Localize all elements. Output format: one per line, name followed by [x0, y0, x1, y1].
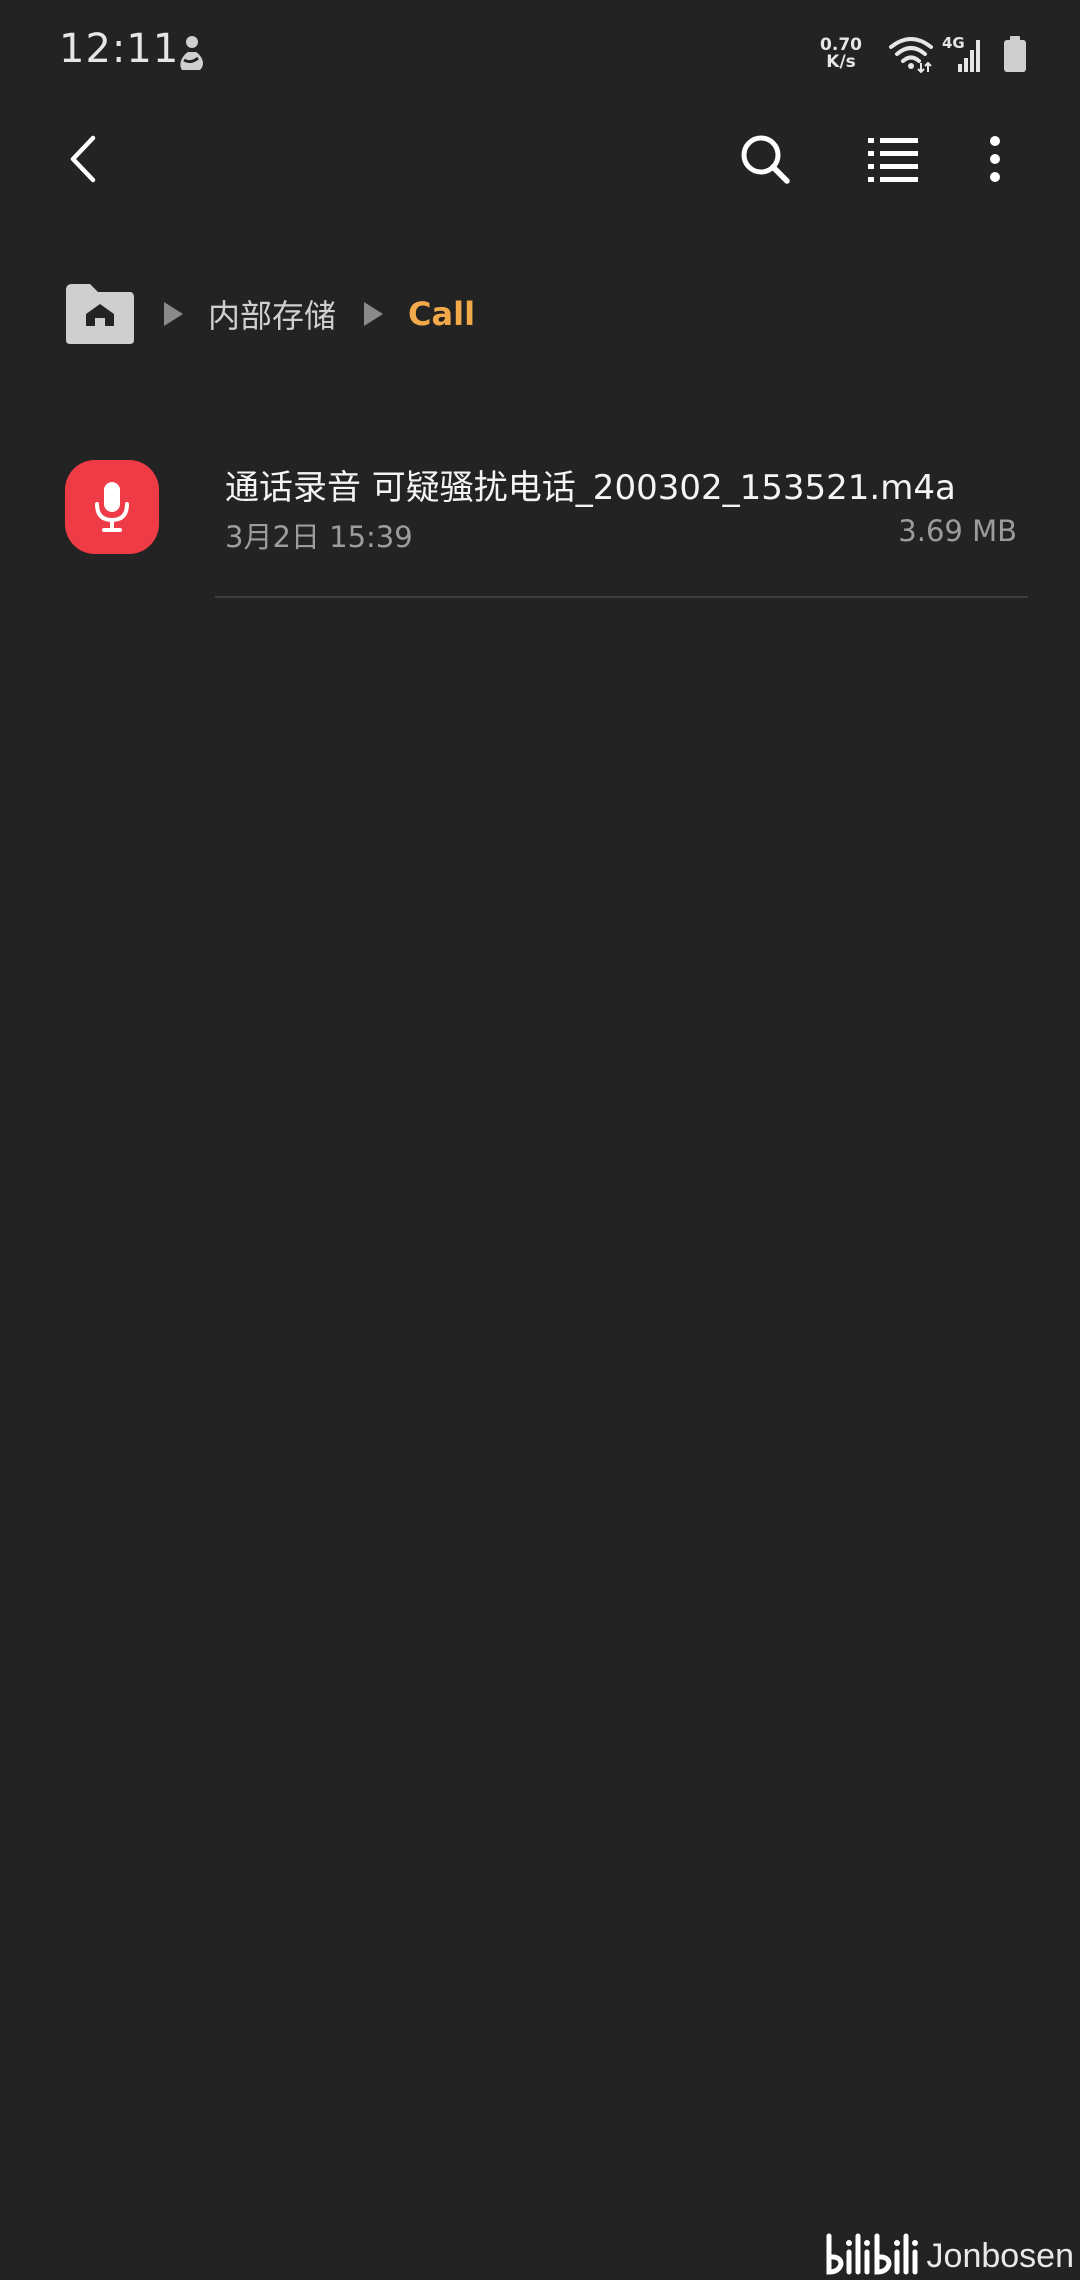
list-divider: [215, 596, 1028, 598]
list-view-icon: [868, 138, 918, 182]
back-arrow-icon: [70, 135, 96, 183]
file-size: 3.69 MB: [898, 514, 1017, 548]
wifi-icon: [889, 37, 933, 73]
back-button[interactable]: [58, 126, 108, 192]
breadcrumb-arrow-icon: [164, 302, 183, 326]
file-list: 通话录音 可疑骚扰电话_200302_153521.m4a 3月2日 15:39…: [0, 430, 1080, 598]
watermark: Jonbosen: [823, 2230, 1074, 2276]
audio-file-icon: [65, 460, 159, 554]
search-icon: [741, 135, 790, 184]
net-speed: 0.70 K/s: [820, 37, 862, 71]
file-date: 3月2日 15:39: [225, 520, 413, 554]
more-options-button[interactable]: [962, 126, 1028, 192]
battery-icon: [1004, 36, 1026, 72]
net-speed-unit: K/s: [826, 52, 856, 72]
more-vert-icon: [990, 136, 1000, 182]
app-bar: [0, 104, 1080, 214]
breadcrumb: 内部存储 Call: [64, 282, 475, 346]
signal-icon: 4G: [942, 34, 984, 74]
microphone-icon: [95, 482, 129, 532]
bilibili-logo-icon: [826, 2233, 918, 2275]
status-right-group: 0.70 K/s 4G: [820, 30, 1028, 78]
list-view-button[interactable]: [860, 126, 926, 192]
watermark-username: Jonbosen: [926, 2237, 1074, 2275]
file-name: 通话录音 可疑骚扰电话_200302_153521.m4a: [225, 468, 956, 508]
status-bar: 12:11 0.70 K/s 4G: [0, 0, 1080, 104]
search-button[interactable]: [732, 126, 798, 192]
home-folder-icon[interactable]: [64, 282, 136, 346]
file-list-item[interactable]: 通话录音 可疑骚扰电话_200302_153521.m4a 3月2日 15:39…: [0, 430, 1080, 598]
notification-app-icon: [180, 36, 203, 70]
breadcrumb-item-call[interactable]: Call: [408, 295, 475, 333]
breadcrumb-item-internal-storage[interactable]: 内部存储: [208, 291, 336, 337]
breadcrumb-arrow-icon: [364, 302, 384, 326]
status-time: 12:11: [59, 26, 180, 72]
